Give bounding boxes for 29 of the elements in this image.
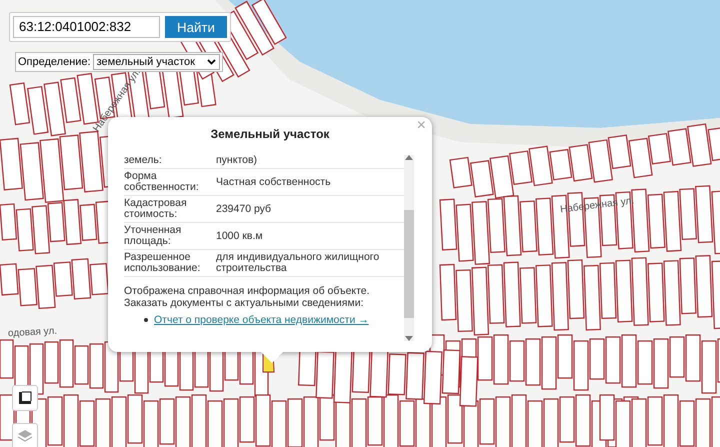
bullet-icon xyxy=(144,318,148,322)
close-button[interactable]: × xyxy=(416,117,426,135)
report-link[interactable]: Отчет о проверке объекта недвижимости → xyxy=(154,314,369,326)
field-label: Форма собственности: xyxy=(124,171,200,193)
field-label: Кадастровая стоимость: xyxy=(124,198,188,220)
search-field[interactable]: 63:12:0401002:832 xyxy=(13,16,160,38)
street-label: Набережная ул. xyxy=(560,196,635,216)
street-label: одовая ул. xyxy=(8,326,58,340)
field-value: пунктов) xyxy=(216,155,258,166)
definition-label: Определение: xyxy=(18,56,91,68)
popup-pointer xyxy=(260,351,284,363)
field-value: для индивидуального жилищного строительства xyxy=(216,252,380,274)
field-value: Частная собственность xyxy=(216,176,332,188)
chevron-down-icon xyxy=(207,59,216,65)
field-label: земель: xyxy=(124,155,163,166)
scroll-down-icon[interactable] xyxy=(405,336,413,341)
search-button[interactable]: Найти xyxy=(164,16,227,38)
info-text: Отображена справочная информация об объекте. Заказать документы с актуальными сведениями: xyxy=(124,285,371,309)
measure-button[interactable] xyxy=(12,385,38,411)
popup-title: Земельный участок xyxy=(210,127,330,141)
field-label: Уточненная площадь: xyxy=(124,225,182,247)
field-value: 239470 руб xyxy=(216,204,272,214)
scrollbar[interactable] xyxy=(404,155,414,341)
layers-icon xyxy=(17,428,33,444)
layers-button[interactable] xyxy=(12,423,38,447)
field-label: Разрешенное использование: xyxy=(124,252,202,274)
field-value: 1000 кв.м xyxy=(216,230,264,242)
definition-select[interactable]: земельный участок xyxy=(92,54,220,70)
scroll-up-icon[interactable] xyxy=(405,155,413,160)
